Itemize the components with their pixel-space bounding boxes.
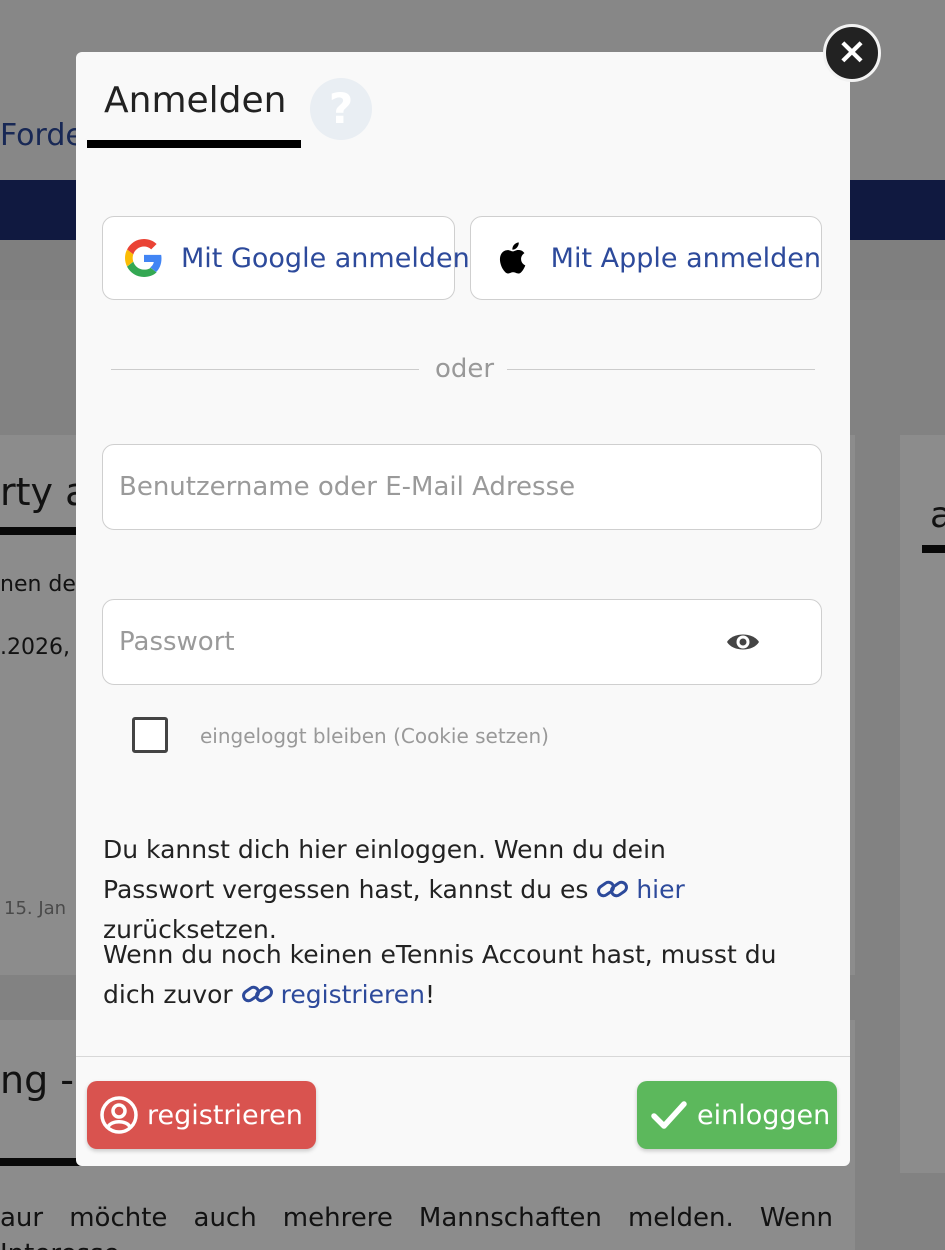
password-reset-info: Du kannst dich hier einloggen. Wenn du d… [103, 830, 783, 950]
apple-login-label: Mit Apple anmelden [550, 242, 821, 274]
google-login-button[interactable]: Mit Google anmelden [102, 216, 470, 300]
login-modal: Anmelden ? Mit Google anmelden Mit Apple… [76, 52, 850, 1166]
register-button[interactable]: registrieren [87, 1081, 316, 1149]
or-divider-text: oder [435, 354, 495, 384]
divider-line [507, 369, 815, 370]
remember-me-label[interactable]: eingeloggt bleiben (Cookie setzen) [200, 724, 549, 748]
remember-me-checkbox[interactable] [132, 717, 168, 753]
username-input[interactable] [119, 467, 709, 507]
divider-line [111, 369, 419, 370]
google-login-label: Mit Google anmelden [181, 242, 470, 274]
apple-login-button[interactable]: Mit Apple anmelden [470, 216, 822, 300]
help-icon[interactable]: ? [310, 78, 372, 140]
register-button-label: registrieren [147, 1099, 303, 1131]
link-icon [596, 874, 630, 900]
eye-icon[interactable] [725, 626, 761, 658]
login-button-label: einloggen [697, 1099, 831, 1131]
password-reset-link[interactable]: hier [596, 874, 685, 904]
or-divider: oder [111, 354, 815, 384]
footer-divider [76, 1056, 850, 1057]
check-icon [649, 1095, 689, 1135]
username-field [102, 444, 822, 530]
user-circle-icon [99, 1095, 139, 1135]
apple-icon [495, 238, 529, 278]
tab-active-underline [87, 140, 301, 148]
google-icon [125, 238, 163, 278]
register-info: Wenn du noch keinen eTennis Account hast… [103, 935, 783, 1015]
password-input[interactable] [119, 622, 709, 662]
password-field [102, 599, 822, 685]
link-icon [241, 979, 275, 1005]
info-text: Wenn du noch keinen eTennis Account hast… [103, 940, 777, 1009]
login-button[interactable]: einloggen [637, 1081, 837, 1149]
close-modal-button[interactable]: × [823, 24, 881, 82]
info-text: ! [424, 980, 435, 1009]
register-link[interactable]: registrieren [241, 980, 425, 1009]
info-text: Du kannst dich hier einloggen. Wenn du d… [103, 835, 666, 904]
tab-login-title[interactable]: Anmelden [104, 80, 286, 121]
